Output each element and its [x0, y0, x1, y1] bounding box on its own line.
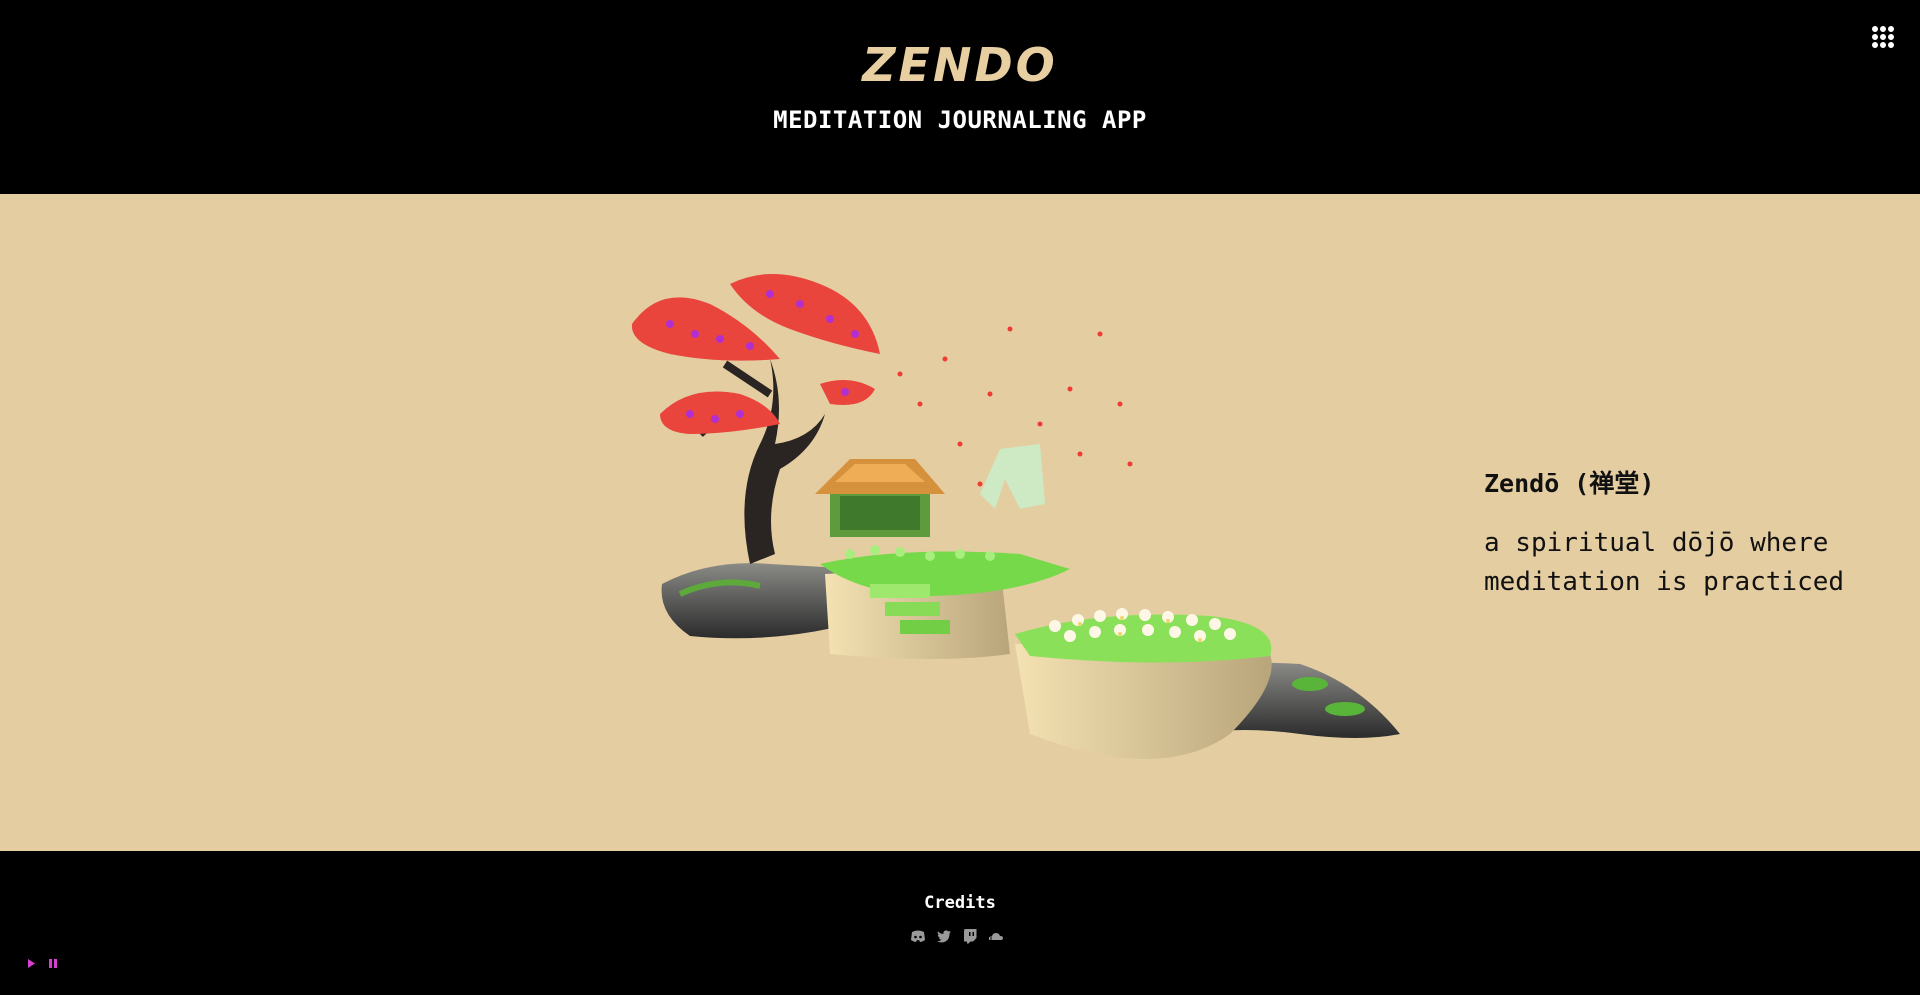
header: ZENDO MEDITATION JOURNALING APP — [0, 0, 1920, 194]
logo[interactable]: ZENDO — [0, 38, 1920, 92]
definition-text: a spiritual dōjō where meditation is pra… — [1484, 528, 1845, 597]
twitch-icon[interactable] — [962, 928, 978, 944]
grid-menu-icon[interactable] — [1872, 26, 1894, 48]
soundcloud-icon[interactable] — [988, 928, 1004, 944]
social-links — [910, 928, 1004, 944]
zen-garden-island-illustration — [631, 274, 1400, 759]
pause-icon[interactable] — [48, 958, 58, 969]
play-icon[interactable] — [26, 958, 36, 969]
page-subtitle: MEDITATION JOURNALING APP — [773, 106, 1147, 134]
footer: Credits — [0, 851, 1920, 995]
discord-icon[interactable] — [910, 928, 926, 944]
credits-link[interactable]: Credits — [0, 893, 1920, 913]
audio-player — [26, 958, 58, 969]
definition-block: Zendō (禅堂) a spiritual dōjō where medita… — [1484, 464, 1884, 602]
twitter-icon[interactable] — [936, 928, 952, 944]
hero-section: Zendō (禅堂) a spiritual dōjō where medita… — [0, 194, 1920, 851]
definition-term: Zendō (禅堂) — [1484, 469, 1655, 498]
